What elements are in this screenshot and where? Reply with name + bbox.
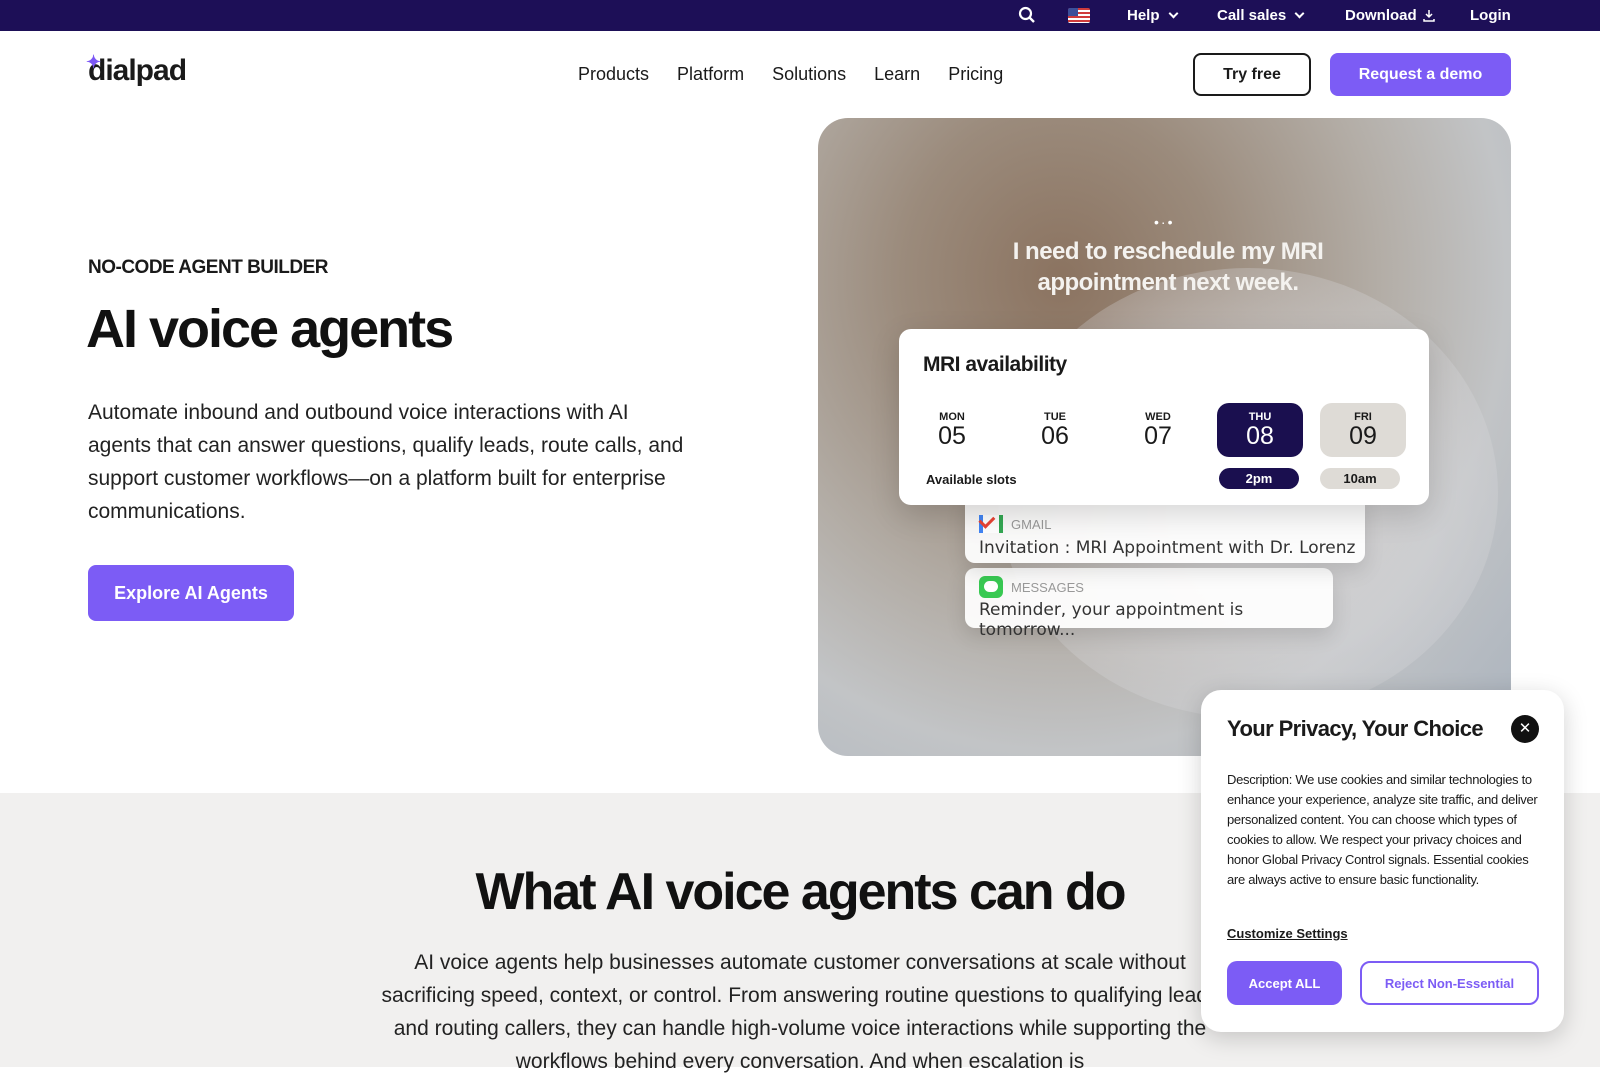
messages-icon: [979, 576, 1003, 598]
notification-app-name: GMAIL: [1011, 516, 1052, 532]
messages-notification: MESSAGES Reminder, your appointment is t…: [965, 568, 1333, 640]
nav-pricing[interactable]: Pricing: [948, 64, 1003, 85]
explore-ai-agents-button[interactable]: Explore AI Agents: [88, 565, 294, 621]
notification-message: Reminder, your appointment is tomorrow..…: [979, 600, 1244, 640]
download-icon: [1422, 10, 1435, 22]
day-date: 07: [1144, 422, 1172, 450]
nav-learn[interactable]: Learn: [874, 64, 920, 85]
cookie-description: Description: We use cookies and similar …: [1227, 772, 1538, 887]
us-flag-icon[interactable]: [1068, 8, 1090, 23]
gmail-icon: [979, 515, 1003, 533]
close-icon: ✕: [1518, 720, 1532, 737]
accept-all-button[interactable]: Accept ALL: [1227, 961, 1342, 1005]
close-button[interactable]: ✕: [1511, 715, 1539, 743]
mri-availability-card: MRI availability MON 05 TUE 06 WED 07 THU 08…: [899, 329, 1429, 505]
day-mon[interactable]: MON 05: [909, 403, 995, 457]
slot-2pm[interactable]: 2pm: [1219, 468, 1299, 489]
login-link[interactable]: Login: [1470, 7, 1511, 24]
notification-app-name: MESSAGES: [1011, 579, 1084, 595]
voice-quote: I need to reschedule my MRI appointment …: [1012, 238, 1324, 296]
day-date: 05: [938, 422, 966, 450]
typing-dots-icon: •·•: [1154, 214, 1175, 230]
top-utility-bar: Help Call sales Download Login: [0, 0, 1600, 31]
cookie-consent-dialog: Your Privacy, Your Choice ✕ Description:…: [1201, 690, 1564, 1032]
spark-icon: ✦: [86, 52, 101, 72]
day-thu[interactable]: THU 08: [1217, 403, 1303, 457]
notification-message: Invitation : MRI Appointment with Dr. Lo…: [979, 538, 1356, 558]
day-tue[interactable]: TUE 06: [1012, 403, 1098, 457]
page-title: AI voice agents: [86, 299, 454, 359]
search-button[interactable]: [1018, 6, 1036, 24]
nav-links: Products Platform Solutions Learn Pricin…: [578, 64, 1003, 85]
logo-text: dialpad: [88, 54, 187, 87]
request-demo-button[interactable]: Request a demo: [1330, 53, 1511, 96]
day-date: 06: [1041, 422, 1069, 450]
nav-solutions[interactable]: Solutions: [772, 64, 846, 85]
day-date: 08: [1246, 422, 1274, 450]
reject-non-essential-button[interactable]: Reject Non-Essential: [1360, 961, 1539, 1005]
available-slots-label: Available slots: [926, 472, 1017, 487]
notification-app: GMAIL: [979, 515, 1051, 533]
help-menu[interactable]: Help: [1127, 7, 1178, 24]
cookie-title: Your Privacy, Your Choice: [1227, 716, 1484, 741]
section-description: AI voice agents help businesses automate…: [381, 951, 1219, 1073]
day-fri[interactable]: FRI 09: [1320, 403, 1406, 457]
day-date: 09: [1349, 422, 1377, 450]
search-icon: [1018, 6, 1035, 23]
download-label: Download: [1345, 7, 1417, 24]
slot-10am[interactable]: 10am: [1320, 468, 1400, 489]
hero-description: Automate inbound and outbound voice inte…: [88, 401, 684, 523]
hero-eyebrow: NO-CODE AGENT BUILDER: [88, 257, 329, 278]
hero-visual: •·• I need to reschedule my MRI appointm…: [818, 118, 1511, 756]
login-label: Login: [1470, 7, 1511, 24]
call-sales-menu[interactable]: Call sales: [1217, 7, 1305, 24]
download-link[interactable]: Download: [1345, 7, 1435, 24]
chevron-down-icon: [1294, 8, 1305, 19]
help-label: Help: [1127, 7, 1160, 24]
calendar-title: MRI availability: [923, 353, 1067, 376]
customize-settings-link[interactable]: Customize Settings: [1227, 926, 1348, 941]
call-sales-label: Call sales: [1217, 7, 1287, 24]
try-free-button[interactable]: Try free: [1193, 53, 1311, 96]
nav-platform[interactable]: Platform: [677, 64, 744, 85]
dialpad-logo[interactable]: ✦ dialpad: [86, 52, 187, 88]
day-wed[interactable]: WED 07: [1115, 403, 1201, 457]
nav-products[interactable]: Products: [578, 64, 649, 85]
notification-app: MESSAGES: [979, 576, 1084, 598]
chevron-down-icon: [1168, 8, 1178, 19]
